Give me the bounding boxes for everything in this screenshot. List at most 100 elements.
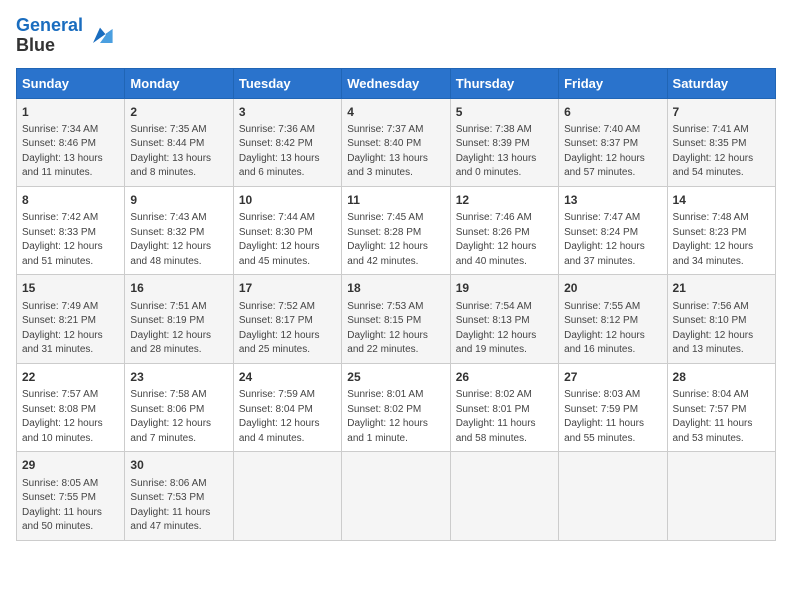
- week-row-2: 8 Sunrise: 7:42 AMSunset: 8:33 PMDaylight…: [17, 186, 776, 274]
- calendar-cell: 15Sunrise: 7:49 AMSunset: 8:21 PMDayligh…: [17, 275, 125, 363]
- day-number: 17: [239, 280, 336, 297]
- day-number: 3: [239, 104, 336, 121]
- calendar-cell: 9 Sunrise: 7:43 AMSunset: 8:32 PMDaylight…: [125, 186, 233, 274]
- day-info: Sunrise: 7:45 AMSunset: 8:28 PMDaylight:…: [347, 211, 444, 269]
- day-info: Sunrise: 7:54 AMSunset: 8:13 PMDaylight:…: [456, 300, 553, 358]
- calendar-cell: 5 Sunrise: 7:38 AMSunset: 8:39 PMDaylight…: [450, 98, 558, 186]
- day-number: 21: [673, 280, 770, 297]
- weekday-header-thursday: Thursday: [450, 68, 558, 98]
- day-number: 20: [564, 280, 661, 297]
- weekday-header-row: SundayMondayTuesdayWednesdayThursdayFrid…: [17, 68, 776, 98]
- day-info: Sunrise: 7:52 AMSunset: 8:17 PMDaylight:…: [239, 300, 336, 358]
- day-number: 24: [239, 369, 336, 386]
- day-number: 11: [347, 192, 444, 209]
- calendar-cell: 26 Sunrise: 8:02 AMSunset: 8:01 PMDayligh…: [450, 363, 558, 451]
- calendar-cell: 14 Sunrise: 7:48 AMSunset: 8:23 PMDayligh…: [667, 186, 775, 274]
- day-number: 27: [564, 369, 661, 386]
- day-number: 19: [456, 280, 553, 297]
- week-row-3: 15Sunrise: 7:49 AMSunset: 8:21 PMDayligh…: [17, 275, 776, 363]
- calendar-cell: 30 Sunrise: 8:06 AMSunset: 7:53 PMDayligh…: [125, 452, 233, 540]
- day-info: Sunrise: 7:38 AMSunset: 8:39 PMDaylight:…: [456, 123, 553, 181]
- weekday-header-monday: Monday: [125, 68, 233, 98]
- day-info: Sunrise: 7:48 AMSunset: 8:23 PMDaylight:…: [673, 211, 770, 269]
- calendar-cell: 27 Sunrise: 8:03 AMSunset: 7:59 PMDayligh…: [559, 363, 667, 451]
- calendar-cell: 22 Sunrise: 7:57 AMSunset: 8:08 PMDayligh…: [17, 363, 125, 451]
- day-info: Sunrise: 7:37 AMSunset: 8:40 PMDaylight:…: [347, 123, 444, 181]
- calendar-cell: 12Sunrise: 7:46 AMSunset: 8:26 PMDayligh…: [450, 186, 558, 274]
- day-info: Sunrise: 8:03 AMSunset: 7:59 PMDaylight:…: [564, 388, 661, 446]
- calendar-table: SundayMondayTuesdayWednesdayThursdayFrid…: [16, 68, 776, 541]
- day-number: 1: [22, 104, 119, 121]
- day-info: Sunrise: 7:58 AMSunset: 8:06 PMDaylight:…: [130, 388, 227, 446]
- day-info: Sunrise: 8:05 AMSunset: 7:55 PMDaylight:…: [22, 477, 119, 535]
- day-number: 9: [130, 192, 227, 209]
- calendar-cell: 16 Sunrise: 7:51 AMSunset: 8:19 PMDayligh…: [125, 275, 233, 363]
- logo-icon: [86, 22, 114, 50]
- day-info: Sunrise: 7:55 AMSunset: 8:12 PMDaylight:…: [564, 300, 661, 358]
- day-info: Sunrise: 7:57 AMSunset: 8:08 PMDaylight:…: [22, 388, 119, 446]
- day-number: 10: [239, 192, 336, 209]
- day-number: 16: [130, 280, 227, 297]
- day-info: Sunrise: 8:04 AMSunset: 7:57 PMDaylight:…: [673, 388, 770, 446]
- day-info: Sunrise: 7:59 AMSunset: 8:04 PMDaylight:…: [239, 388, 336, 446]
- calendar-cell: 25 Sunrise: 8:01 AMSunset: 8:02 PMDayligh…: [342, 363, 450, 451]
- day-number: 14: [673, 192, 770, 209]
- day-info: Sunrise: 7:35 AMSunset: 8:44 PMDaylight:…: [130, 123, 227, 181]
- weekday-header-friday: Friday: [559, 68, 667, 98]
- day-number: 26: [456, 369, 553, 386]
- day-info: Sunrise: 7:44 AMSunset: 8:30 PMDaylight:…: [239, 211, 336, 269]
- calendar-cell: [342, 452, 450, 540]
- calendar-cell: 18 Sunrise: 7:53 AMSunset: 8:15 PMDayligh…: [342, 275, 450, 363]
- calendar-cell: 17 Sunrise: 7:52 AMSunset: 8:17 PMDayligh…: [233, 275, 341, 363]
- calendar-cell: 21 Sunrise: 7:56 AMSunset: 8:10 PMDayligh…: [667, 275, 775, 363]
- calendar-cell: 13 Sunrise: 7:47 AMSunset: 8:24 PMDayligh…: [559, 186, 667, 274]
- day-number: 30: [130, 457, 227, 474]
- day-number: 25: [347, 369, 444, 386]
- day-info: Sunrise: 7:40 AMSunset: 8:37 PMDaylight:…: [564, 123, 661, 181]
- day-info: Sunrise: 7:34 AMSunset: 8:46 PMDaylight:…: [22, 123, 119, 181]
- day-info: Sunrise: 7:36 AMSunset: 8:42 PMDaylight:…: [239, 123, 336, 181]
- calendar-cell: 20 Sunrise: 7:55 AMSunset: 8:12 PMDayligh…: [559, 275, 667, 363]
- day-info: Sunrise: 7:47 AMSunset: 8:24 PMDaylight:…: [564, 211, 661, 269]
- calendar-cell: 24 Sunrise: 7:59 AMSunset: 8:04 PMDayligh…: [233, 363, 341, 451]
- day-info: Sunrise: 8:06 AMSunset: 7:53 PMDaylight:…: [130, 477, 227, 535]
- calendar-cell: 10 Sunrise: 7:44 AMSunset: 8:30 PMDayligh…: [233, 186, 341, 274]
- calendar-cell: 7Sunrise: 7:41 AMSunset: 8:35 PMDaylight…: [667, 98, 775, 186]
- week-row-1: 1 Sunrise: 7:34 AMSunset: 8:46 PMDaylight…: [17, 98, 776, 186]
- day-info: Sunrise: 7:56 AMSunset: 8:10 PMDaylight:…: [673, 300, 770, 358]
- day-info: Sunrise: 7:49 AMSunset: 8:21 PMDaylight:…: [22, 300, 119, 358]
- day-number: 13: [564, 192, 661, 209]
- calendar-cell: 19 Sunrise: 7:54 AMSunset: 8:13 PMDayligh…: [450, 275, 558, 363]
- day-info: Sunrise: 7:51 AMSunset: 8:19 PMDaylight:…: [130, 300, 227, 358]
- calendar-cell: 8 Sunrise: 7:42 AMSunset: 8:33 PMDaylight…: [17, 186, 125, 274]
- day-number: 8: [22, 192, 119, 209]
- day-number: 12: [456, 192, 553, 209]
- calendar-cell: [450, 452, 558, 540]
- day-number: 5: [456, 104, 553, 121]
- day-number: 29: [22, 457, 119, 474]
- day-number: 22: [22, 369, 119, 386]
- calendar-cell: 6Sunrise: 7:40 AMSunset: 8:37 PMDaylight…: [559, 98, 667, 186]
- calendar-cell: 29 Sunrise: 8:05 AMSunset: 7:55 PMDayligh…: [17, 452, 125, 540]
- day-number: 7: [673, 104, 770, 121]
- calendar-cell: [233, 452, 341, 540]
- calendar-cell: [667, 452, 775, 540]
- day-info: Sunrise: 7:43 AMSunset: 8:32 PMDaylight:…: [130, 211, 227, 269]
- weekday-header-sunday: Sunday: [17, 68, 125, 98]
- page-header: GeneralBlue: [16, 16, 776, 56]
- day-number: 18: [347, 280, 444, 297]
- calendar-cell: 1 Sunrise: 7:34 AMSunset: 8:46 PMDaylight…: [17, 98, 125, 186]
- day-number: 4: [347, 104, 444, 121]
- day-info: Sunrise: 8:01 AMSunset: 8:02 PMDaylight:…: [347, 388, 444, 446]
- logo: GeneralBlue: [16, 16, 114, 56]
- day-info: Sunrise: 7:53 AMSunset: 8:15 PMDaylight:…: [347, 300, 444, 358]
- day-number: 28: [673, 369, 770, 386]
- calendar-cell: 28 Sunrise: 8:04 AMSunset: 7:57 PMDayligh…: [667, 363, 775, 451]
- week-row-5: 29 Sunrise: 8:05 AMSunset: 7:55 PMDayligh…: [17, 452, 776, 540]
- day-number: 2: [130, 104, 227, 121]
- day-info: Sunrise: 7:42 AMSunset: 8:33 PMDaylight:…: [22, 211, 119, 269]
- day-info: Sunrise: 8:02 AMSunset: 8:01 PMDaylight:…: [456, 388, 553, 446]
- calendar-cell: 4 Sunrise: 7:37 AMSunset: 8:40 PMDaylight…: [342, 98, 450, 186]
- calendar-cell: 2 Sunrise: 7:35 AMSunset: 8:44 PMDaylight…: [125, 98, 233, 186]
- calendar-cell: 3 Sunrise: 7:36 AMSunset: 8:42 PMDaylight…: [233, 98, 341, 186]
